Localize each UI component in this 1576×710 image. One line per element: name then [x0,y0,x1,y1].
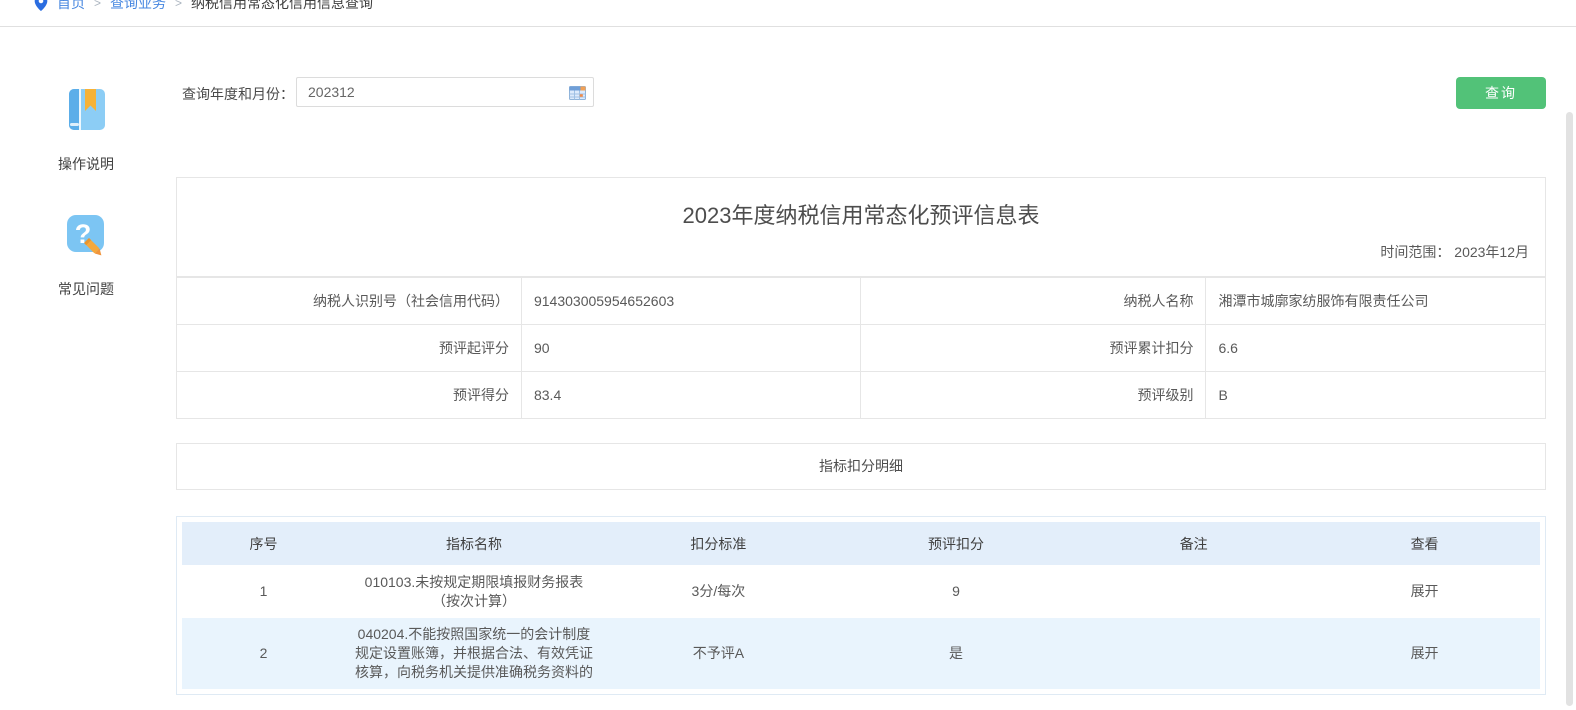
time-range-label: 时间范围： [1380,244,1450,260]
sidebar: 操作说明 ? 常见问题 [40,85,132,299]
level-value: B [1206,372,1546,419]
base-score-label: 预评起评分 [177,325,522,372]
query-period-label: 查询年度和月份： [182,84,294,104]
query-period-field [296,77,594,107]
vertical-scrollbar[interactable] [1566,112,1573,706]
table-row: 2 040204.不能按照国家统一的会计制度规定设置账簿，并根据合法、有效凭证核… [182,618,1540,689]
taxpayer-name-value: 湘潭市城廓家纺服饰有限责任公司 [1206,278,1546,325]
sidebar-item-label: 常见问题 [40,279,132,299]
total-deduction-label: 预评累计扣分 [861,325,1206,372]
expand-link[interactable]: 展开 [1411,583,1439,599]
query-period-input[interactable] [297,78,593,106]
location-pin-icon [34,0,48,11]
page: 首页 > 查询业务 > 纳税信用常态化信用信息查询 操作说明 [0,0,1576,710]
total-deduction-value: 6.6 [1206,325,1546,372]
calendar-icon[interactable] [569,85,586,100]
table-row: 纳税人识别号（社会信用代码） 914303005954652603 纳税人名称 … [177,278,1546,325]
deduction-detail-table-wrap: 序号 指标名称 扣分标准 预评扣分 备注 查看 1 010103.未按规定期限填… [176,516,1546,695]
breadcrumb-separator: > [94,0,101,13]
col-header-seq: 序号 [182,522,345,565]
deduction-detail-table: 序号 指标名称 扣分标准 预评扣分 备注 查看 1 010103.未按规定期限填… [182,522,1540,689]
col-header-standard: 扣分标准 [603,522,834,565]
taxpayer-id-value: 914303005954652603 [521,278,861,325]
level-label: 预评级别 [861,372,1206,419]
col-header-deduction: 预评扣分 [834,522,1078,565]
table-row: 预评得分 83.4 预评级别 B [177,372,1546,419]
table-row: 预评起评分 90 预评累计扣分 6.6 [177,325,1546,372]
col-header-indicator: 指标名称 [345,522,603,565]
report-title: 2023年度纳税信用常态化预评信息表 [177,198,1545,230]
cell-standard: 不予评A [603,618,834,689]
cell-remark [1078,565,1309,618]
score-label: 预评得分 [177,372,522,419]
sidebar-item-operation-guide[interactable]: 操作说明 [40,85,132,174]
sidebar-item-label: 操作说明 [40,154,132,174]
cell-standard: 3分/每次 [603,565,834,618]
cell-indicator: 010103.未按规定期限填报财务报表（按次计算） [345,565,603,618]
sidebar-item-faq[interactable]: ? 常见问题 [40,210,132,299]
time-range: 时间范围： 2023年12月 [1380,242,1529,262]
breadcrumb-home[interactable]: 首页 [57,0,85,13]
table-row: 1 010103.未按规定期限填报财务报表（按次计算） 3分/每次 9 展开 [182,565,1540,618]
report-title-box: 2023年度纳税信用常态化预评信息表 时间范围： 2023年12月 [176,177,1546,277]
question-pencil-icon: ? [61,210,111,260]
cell-seq: 2 [182,618,345,689]
cell-deduction: 9 [834,565,1078,618]
cell-remark [1078,618,1309,689]
col-header-view: 查看 [1309,522,1540,565]
cell-seq: 1 [182,565,345,618]
book-icon [61,85,111,135]
deduction-detail-section-title: 指标扣分明细 [176,443,1546,490]
table-header-row: 序号 指标名称 扣分标准 预评扣分 备注 查看 [182,522,1540,565]
taxpayer-id-label: 纳税人识别号（社会信用代码） [177,278,522,325]
cell-indicator: 040204.不能按照国家统一的会计制度规定设置账簿，并根据合法、有效凭证核算，… [345,618,603,689]
main-content: 查询年度和月份： 查询 2023年度纳税信用常态化预评信息表 [176,0,1546,710]
col-header-remark: 备注 [1078,522,1309,565]
taxpayer-name-label: 纳税人名称 [861,278,1206,325]
time-range-value: 2023年12月 [1454,244,1529,260]
score-value: 83.4 [521,372,861,419]
query-button[interactable]: 查询 [1456,77,1546,109]
base-score-value: 90 [521,325,861,372]
summary-info-table: 纳税人识别号（社会信用代码） 914303005954652603 纳税人名称 … [176,277,1546,419]
breadcrumb-query-business[interactable]: 查询业务 [110,0,166,13]
cell-deduction: 是 [834,618,1078,689]
expand-link[interactable]: 展开 [1411,645,1439,661]
